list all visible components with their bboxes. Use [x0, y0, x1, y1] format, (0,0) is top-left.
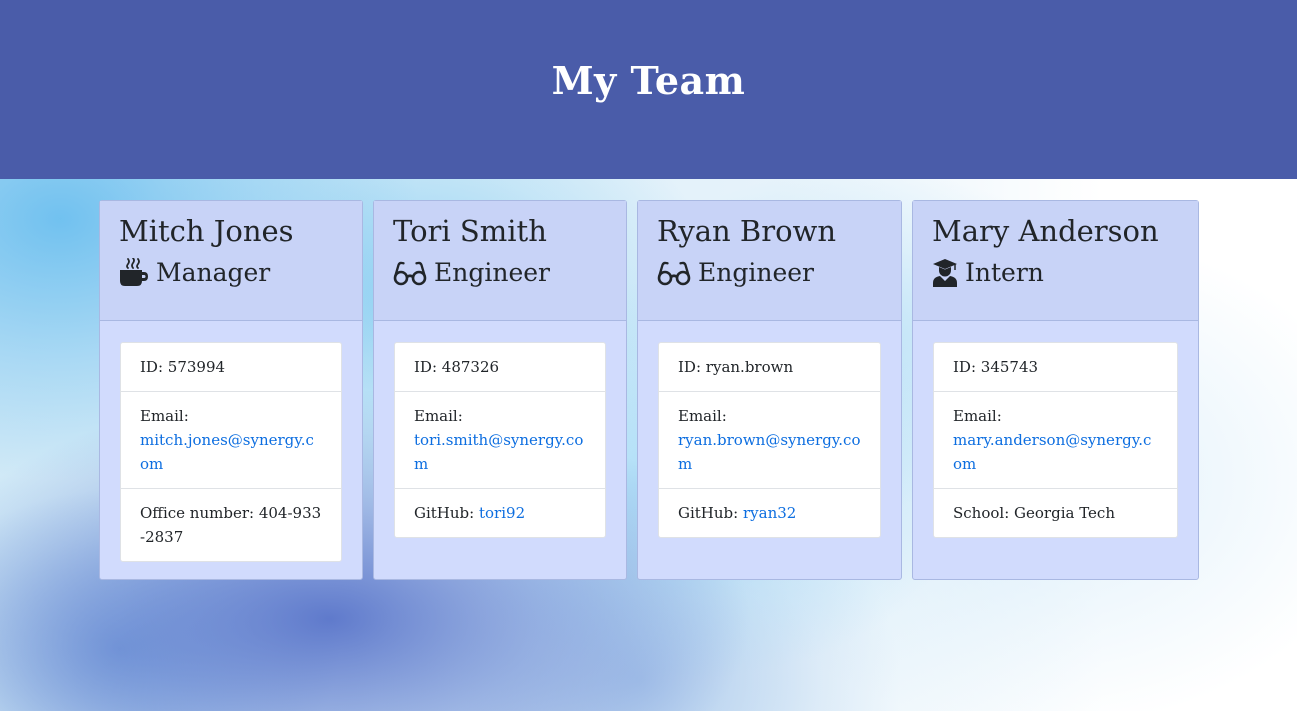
employee-details-list: ID: 487326 Email: tori.smith@synergy.com…: [394, 342, 606, 538]
card-header: Tori Smith Engineer: [374, 201, 626, 321]
employee-id: ID: 487326: [395, 343, 605, 391]
employee-email: Email: mary.anderson@synergy.com: [934, 391, 1177, 488]
employee-id: ID: 345743: [934, 343, 1177, 391]
page-header: My Team: [0, 0, 1297, 179]
id-value: ryan.brown: [705, 358, 794, 376]
email-label: Email:: [140, 407, 189, 425]
id-value: 487326: [441, 358, 500, 376]
glasses-icon: [657, 258, 691, 288]
github-label: GitHub:: [414, 504, 475, 522]
id-label: ID:: [953, 358, 977, 376]
email-link[interactable]: mary.anderson@synergy.com: [953, 431, 1151, 473]
employee-role: Manager: [119, 257, 362, 289]
card-body: ID: 487326 Email: tori.smith@synergy.com…: [374, 321, 626, 538]
employee-email: Email: ryan.brown@synergy.com: [659, 391, 880, 488]
employee-details-list: ID: 345743 Email: mary.anderson@synergy.…: [933, 342, 1178, 538]
employee-name: Mary Anderson: [932, 214, 1159, 248]
school-label: School:: [953, 504, 1010, 522]
school: School: Georgia Tech: [934, 488, 1177, 537]
employee-name: Tori Smith: [393, 214, 547, 248]
employee-role: Intern: [932, 257, 1198, 289]
card-header: Mitch Jones Manager: [100, 201, 362, 321]
employee-id: ID: ryan.brown: [659, 343, 880, 391]
card-body: ID: 345743 Email: mary.anderson@synergy.…: [913, 321, 1198, 538]
id-value: 573994: [167, 358, 226, 376]
school-value: Georgia Tech: [1014, 504, 1115, 522]
employee-card-intern: Mary Anderson Intern ID: 345743 Email: m…: [912, 200, 1199, 580]
email-label: Email:: [414, 407, 463, 425]
card-body: ID: ryan.brown Email: ryan.brown@synergy…: [638, 321, 901, 538]
page-title: My Team: [551, 58, 746, 103]
employee-details-list: ID: ryan.brown Email: ryan.brown@synergy…: [658, 342, 881, 538]
github-link[interactable]: ryan32: [743, 504, 796, 522]
employee-card-manager: Mitch Jones Manager ID: 573994 Email: mi…: [99, 200, 363, 580]
employee-name: Ryan Brown: [657, 214, 837, 248]
employee-details-list: ID: 573994 Email: mitch.jones@synergy.co…: [120, 342, 342, 562]
glasses-icon: [393, 258, 427, 288]
github: GitHub: ryan32: [659, 488, 880, 537]
employee-role-label: Intern: [965, 258, 1044, 287]
id-label: ID:: [140, 358, 164, 376]
id-value: 345743: [980, 358, 1039, 376]
email-link[interactable]: tori.smith@synergy.com: [414, 431, 583, 473]
employee-role-label: Manager: [156, 258, 271, 287]
email-label: Email:: [678, 407, 727, 425]
card-header: Ryan Brown Engineer: [638, 201, 901, 321]
card-header: Mary Anderson Intern: [913, 201, 1198, 321]
email-label: Email:: [953, 407, 1002, 425]
github: GitHub: tori92: [395, 488, 605, 537]
email-link[interactable]: ryan.brown@synergy.com: [678, 431, 860, 473]
id-label: ID:: [678, 358, 702, 376]
github-link[interactable]: tori92: [479, 504, 525, 522]
id-label: ID:: [414, 358, 438, 376]
employee-role: Engineer: [657, 257, 901, 289]
github-label: GitHub:: [678, 504, 739, 522]
employee-card-engineer: Tori Smith Engineer ID: 487326 Email: to…: [373, 200, 627, 580]
email-link[interactable]: mitch.jones@synergy.com: [140, 431, 314, 473]
office-number-label: Office number:: [140, 504, 255, 522]
card-body: ID: 573994 Email: mitch.jones@synergy.co…: [100, 321, 362, 562]
employee-name: Mitch Jones: [119, 214, 294, 248]
employee-email: Email: tori.smith@synergy.com: [395, 391, 605, 488]
graduate-icon: [932, 258, 958, 288]
employee-id: ID: 573994: [121, 343, 341, 391]
employee-email: Email: mitch.jones@synergy.com: [121, 391, 341, 488]
employee-card-engineer: Ryan Brown Engineer ID: ryan.brown Email…: [637, 200, 902, 580]
employee-role-label: Engineer: [434, 258, 550, 287]
office-number: Office number: 404-933-2837: [121, 488, 341, 561]
employee-role-label: Engineer: [698, 258, 814, 287]
coffee-mug-icon: [119, 258, 149, 288]
employee-role: Engineer: [393, 257, 626, 289]
